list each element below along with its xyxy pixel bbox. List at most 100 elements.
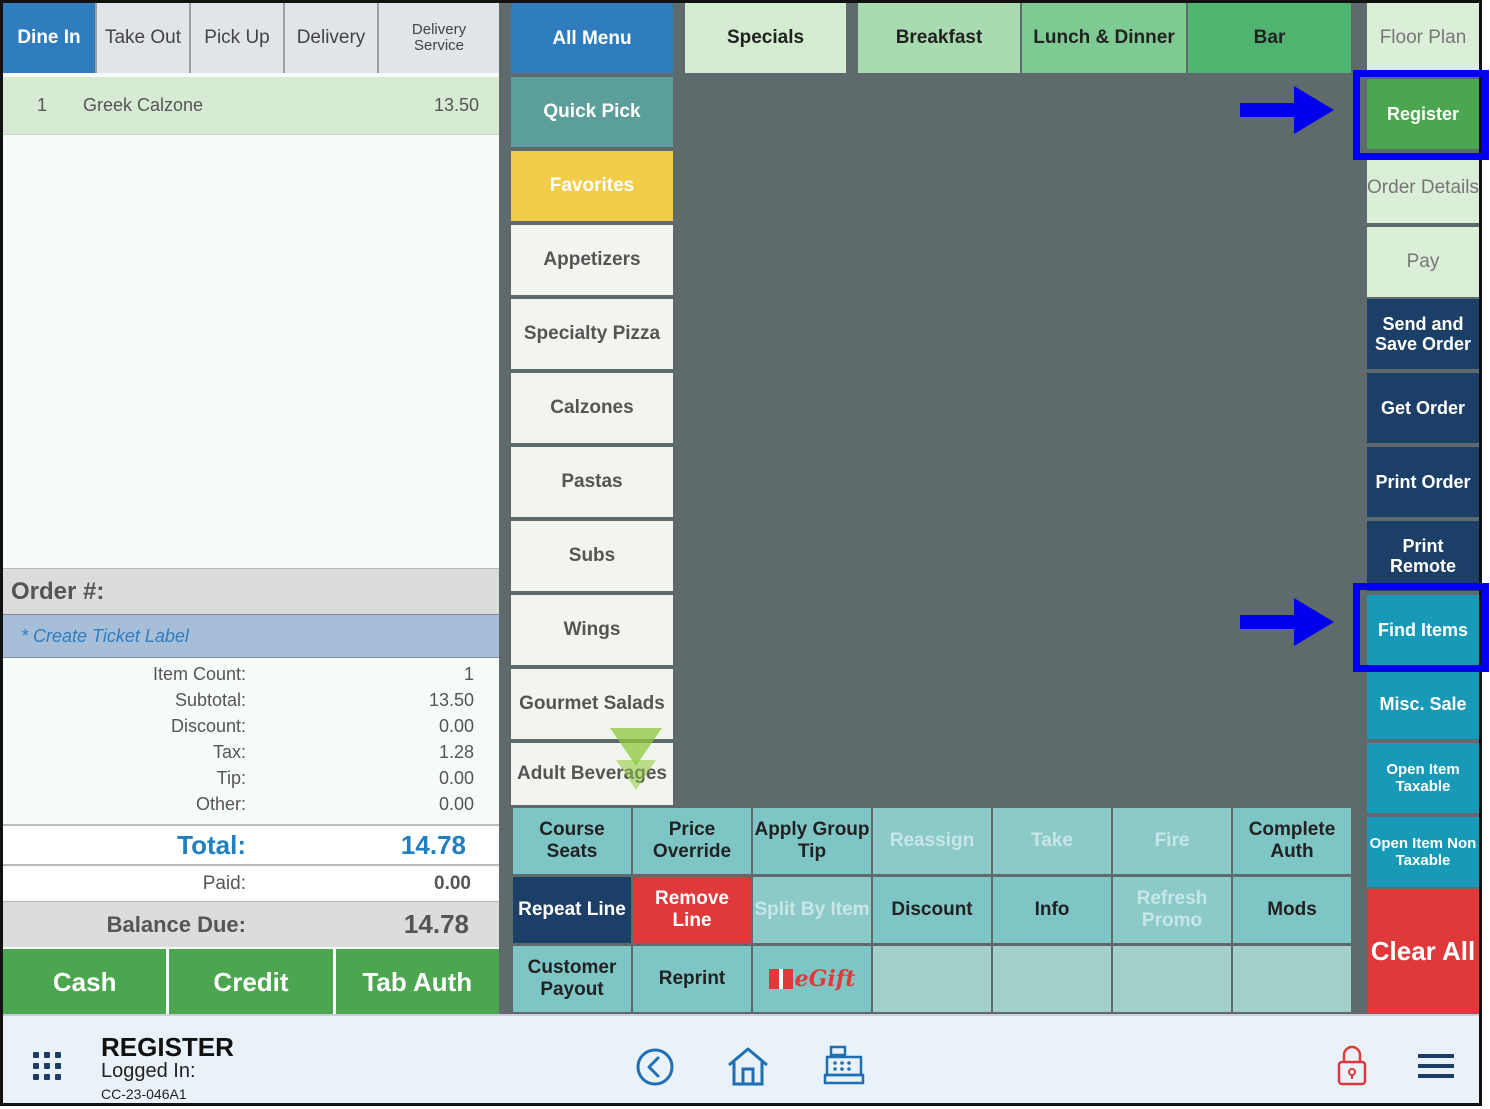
remove-line-button[interactable]: Remove Line (633, 877, 751, 943)
course-seats-button[interactable]: Course Seats (513, 808, 631, 874)
subtotal-label: Subtotal: (174, 689, 246, 710)
category-pastas[interactable]: Pastas (511, 447, 673, 517)
mods-button[interactable]: Mods (1233, 877, 1351, 943)
empty-slot (1113, 946, 1231, 1012)
open-item-non-taxable-button[interactable]: Open Item Non Taxable (1367, 817, 1479, 887)
price-override-button[interactable]: Price Override (633, 808, 751, 874)
empty-slot (873, 946, 991, 1012)
tab-take-out[interactable]: Take Out (97, 3, 191, 73)
tax-value: 1.28 (438, 741, 474, 762)
category-list: All Menu Quick Pick Favorites Appetizers… (511, 3, 675, 806)
tab-auth-button[interactable]: Tab Auth (335, 949, 499, 1015)
info-button[interactable]: Info (993, 877, 1111, 943)
scroll-down-secondary-icon (616, 760, 656, 790)
menu-tab-specials[interactable]: Specials (685, 3, 846, 73)
order-line-item[interactable]: 1 Greek Calzone 13.50 (3, 77, 499, 135)
category-wings[interactable]: Wings (511, 595, 673, 665)
refresh-promo-button[interactable]: Refresh Promo (1113, 877, 1231, 943)
menu-tab-bar[interactable]: Bar (1188, 3, 1351, 73)
cash-button[interactable]: Cash (3, 949, 170, 1015)
tab-dine-in[interactable]: Dine In (3, 3, 97, 73)
tab-pick-up[interactable]: Pick Up (191, 3, 285, 73)
menu-tab-lunch-dinner[interactable]: Lunch & Dinner (1022, 3, 1186, 73)
tab-delivery-service[interactable]: Delivery Service (379, 3, 499, 73)
send-save-order-button[interactable]: Send and Save Order (1367, 299, 1479, 369)
floor-plan-button[interactable]: Floor Plan (1367, 3, 1479, 73)
device-id: CC-23-046A1 (101, 1086, 187, 1102)
repeat-line-button[interactable]: Repeat Line (513, 877, 631, 943)
total-value: 14.78 (400, 829, 466, 860)
balance-row: Balance Due: 14.78 (3, 901, 499, 947)
gift-icon (768, 969, 793, 989)
tab-delivery[interactable]: Delivery (285, 3, 379, 73)
clear-all-button[interactable]: Clear All (1367, 889, 1479, 1013)
back-icon[interactable] (635, 1047, 675, 1087)
menu-icon[interactable] (1418, 1052, 1454, 1080)
cash-register-icon[interactable] (823, 1044, 865, 1086)
tip-label: Tip: (216, 767, 246, 788)
home-icon[interactable] (726, 1045, 770, 1087)
balance-value: 14.78 (403, 909, 469, 939)
paid-value: 0.00 (434, 873, 471, 894)
create-ticket-label[interactable]: * Create Ticket Label (3, 614, 499, 658)
category-calzones[interactable]: Calzones (511, 373, 673, 443)
payment-buttons: Cash Credit Tab Auth (3, 949, 499, 1015)
total-row: Total: 14.78 (3, 824, 499, 866)
customer-payout-button[interactable]: Customer Payout (513, 946, 631, 1012)
empty-slot (993, 946, 1111, 1012)
discount-label: Discount: (170, 715, 246, 736)
order-panel: Dine In Take Out Pick Up Delivery Delive… (3, 3, 499, 1015)
find-items-highlight-box (1353, 583, 1489, 672)
line-qty: 1 (36, 95, 47, 115)
line-price: 13.50 (433, 95, 479, 115)
menu-item-grid (675, 73, 1365, 806)
egift-label: eGift (794, 966, 856, 992)
other-value: 0.00 (438, 793, 474, 814)
pay-button[interactable]: Pay (1367, 227, 1479, 297)
get-order-button[interactable]: Get Order (1367, 373, 1479, 443)
register-highlight-box (1353, 70, 1489, 160)
discount-button[interactable]: Discount (873, 877, 991, 943)
reassign-button[interactable]: Reassign (873, 808, 991, 874)
discount-value: 0.00 (438, 715, 474, 736)
fire-button[interactable]: Fire (1113, 808, 1231, 874)
logged-in-label: Logged In: (101, 1060, 196, 1082)
item-count-label: Item Count: (152, 663, 246, 684)
lock-icon[interactable] (1336, 1044, 1368, 1088)
order-details-button[interactable]: Order Details (1367, 153, 1479, 223)
misc-sale-button[interactable]: Misc. Sale (1367, 669, 1479, 739)
split-by-item-button[interactable]: Split By Item (753, 877, 871, 943)
complete-auth-button[interactable]: Complete Auth (1233, 808, 1351, 874)
subtotal-value: 13.50 (428, 689, 474, 710)
other-label: Other: (195, 793, 246, 814)
order-number-label: Order #: (3, 568, 499, 614)
category-quick-pick[interactable]: Quick Pick (511, 77, 673, 147)
app-name: REGISTER (101, 1032, 234, 1062)
arrow-right-icon (1240, 86, 1334, 134)
print-remote-button[interactable]: Print Remote (1367, 521, 1479, 591)
open-item-taxable-button[interactable]: Open Item Taxable (1367, 743, 1479, 813)
category-appetizers[interactable]: Appetizers (511, 225, 673, 295)
menu-tab-breakfast[interactable]: Breakfast (858, 3, 1020, 73)
category-all-menu[interactable]: All Menu (511, 3, 673, 73)
bottom-bar: REGISTER Logged In: CC-23-046A1 (3, 1014, 1479, 1103)
item-count-value: 1 (463, 663, 474, 684)
action-buttons: Course Seats Price Override Apply Group … (511, 806, 1365, 1014)
order-type-tabs: Dine In Take Out Pick Up Delivery Delive… (3, 3, 499, 73)
tip-value: 0.00 (438, 767, 474, 788)
take-button[interactable]: Take (993, 808, 1111, 874)
line-name: Greek Calzone (83, 95, 204, 115)
category-specialty-pizza[interactable]: Specialty Pizza (511, 299, 673, 369)
credit-button[interactable]: Credit (169, 949, 336, 1015)
menu-tabs: Specials Breakfast Lunch & Dinner Bar (675, 3, 1365, 73)
tax-label: Tax: (212, 741, 246, 762)
print-order-button[interactable]: Print Order (1367, 447, 1479, 517)
reprint-button[interactable]: Reprint (633, 946, 751, 1012)
category-favorites[interactable]: Favorites (511, 151, 673, 221)
app-grid-icon[interactable] (33, 1052, 61, 1080)
empty-slot (1233, 946, 1351, 1012)
panel-divider (499, 3, 511, 1014)
egift-button[interactable]: eGift (753, 946, 871, 1012)
category-subs[interactable]: Subs (511, 521, 673, 591)
apply-group-tip-button[interactable]: Apply Group Tip (753, 808, 871, 874)
